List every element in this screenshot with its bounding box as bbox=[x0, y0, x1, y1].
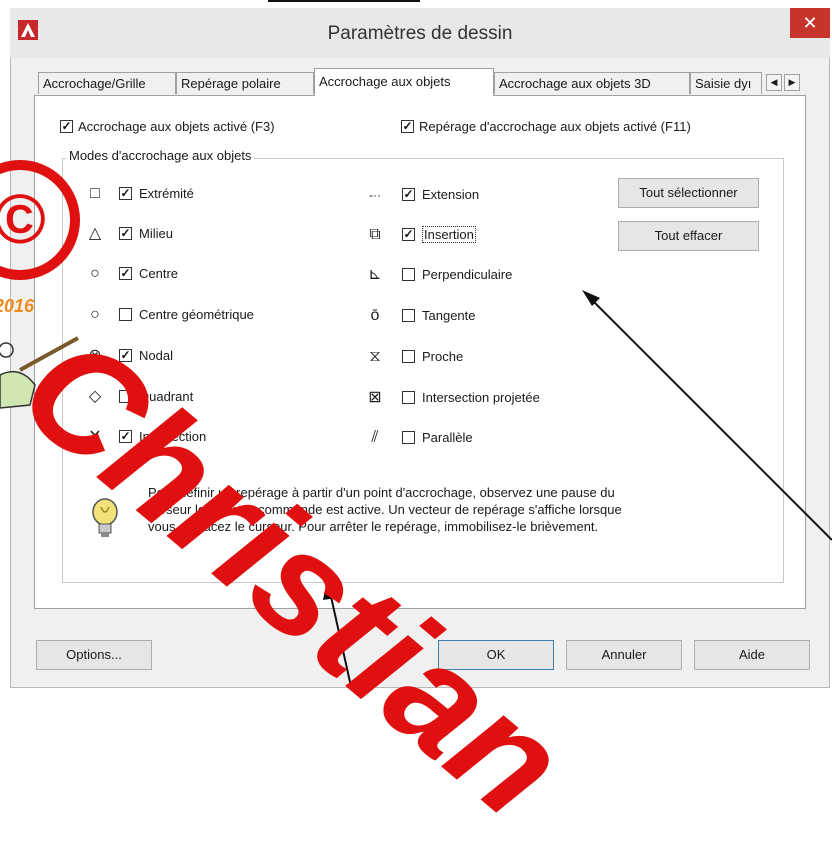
arrow-head-right bbox=[582, 290, 600, 306]
watermark-year: 2016 bbox=[0, 296, 35, 316]
arrow-line-right bbox=[589, 297, 832, 541]
